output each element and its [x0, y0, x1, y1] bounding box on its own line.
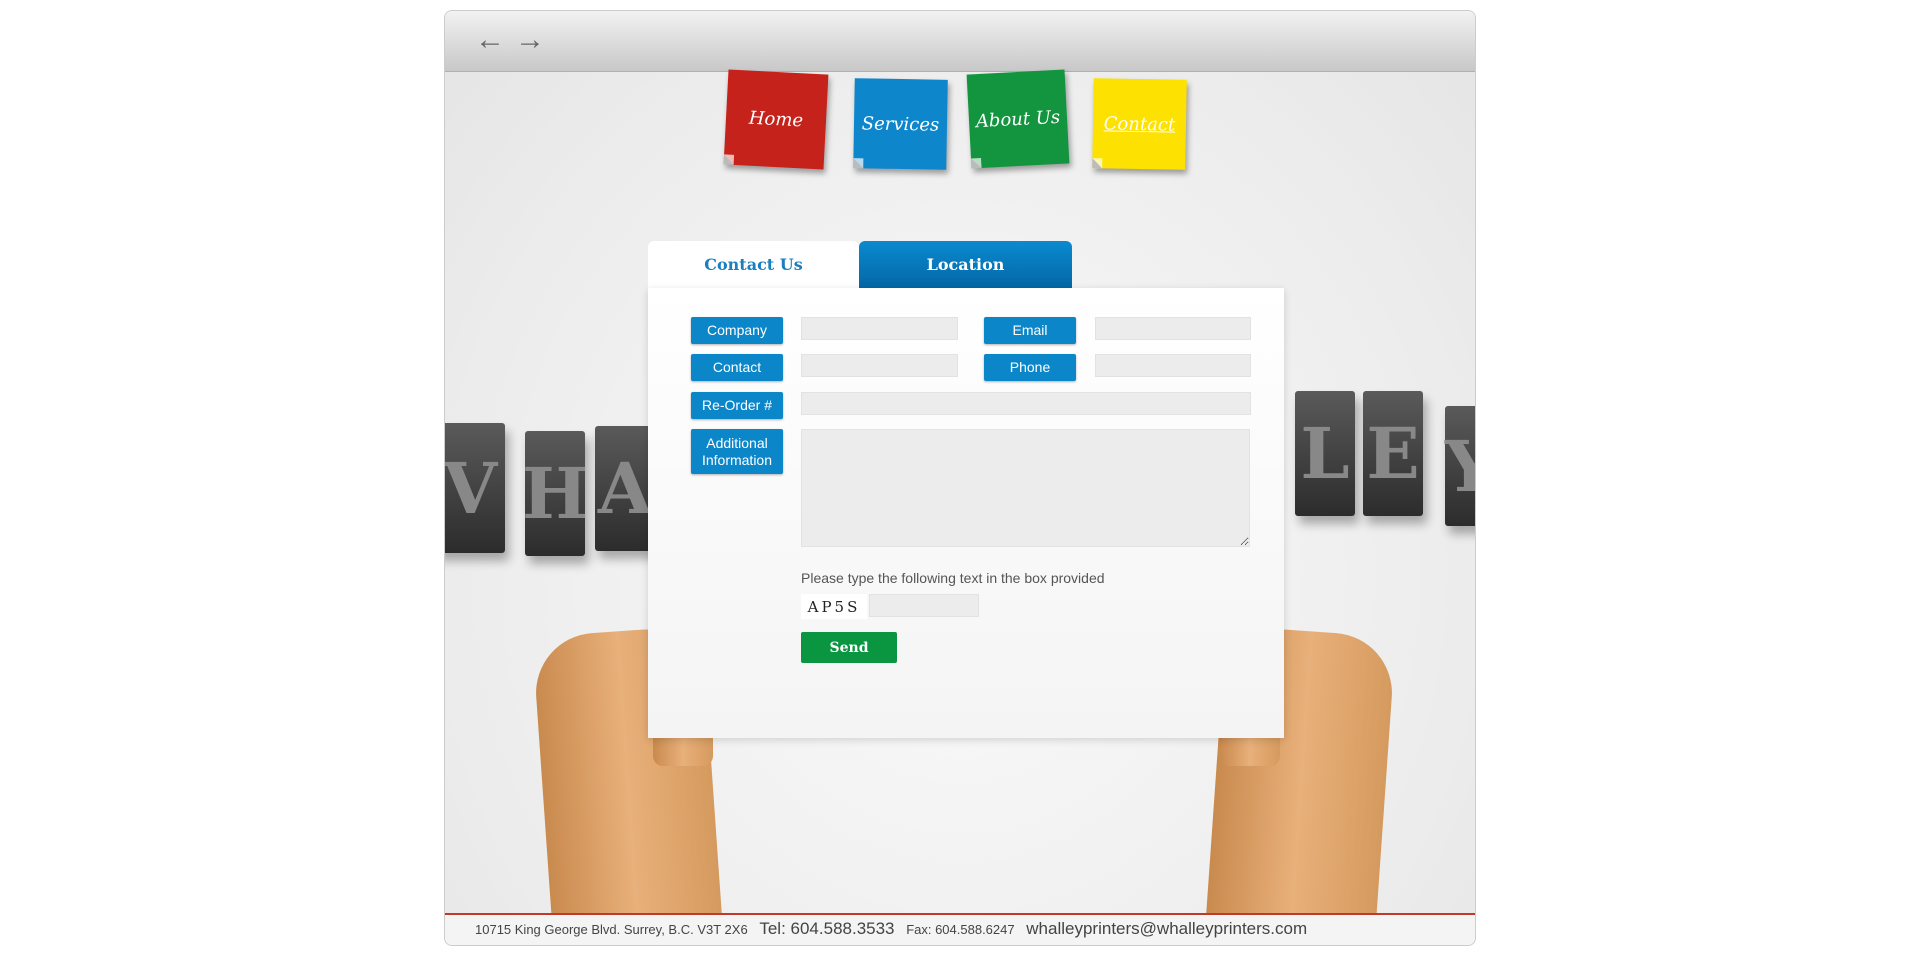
tab-contact-us[interactable]: Contact Us — [648, 241, 859, 288]
company-input[interactable] — [801, 317, 958, 340]
company-label: Company — [691, 317, 783, 344]
tab-location-label: Location — [926, 255, 1005, 274]
nav-services-label: Services — [861, 112, 940, 136]
nav-about-label: About Us — [975, 106, 1061, 132]
letter-block: Y — [1445, 406, 1475, 526]
footer-address: 10715 King George Blvd. Surrey, B.C. V3T… — [475, 922, 748, 937]
letter-block: A — [595, 426, 655, 551]
contact-input[interactable] — [801, 354, 958, 377]
nav-home[interactable]: Home — [723, 69, 829, 170]
contact-form: Company Email Contact Phone Re-Order # A… — [648, 288, 1284, 738]
footer-email-link[interactable]: whalleyprinters@whalleyprinters.com — [1026, 919, 1307, 938]
additional-info-label: Additional Information — [691, 429, 783, 474]
tab-contact-us-label: Contact Us — [704, 255, 803, 274]
captcha-input[interactable] — [869, 594, 979, 617]
back-arrow-icon[interactable]: ← — [475, 25, 505, 55]
reorder-label: Re-Order # — [691, 392, 783, 419]
nav-services[interactable]: Services — [853, 78, 948, 170]
captcha-image: AP5S — [801, 594, 867, 619]
footer: 10715 King George Blvd. Surrey, B.C. V3T… — [475, 919, 1307, 940]
letter-block: V — [445, 423, 505, 553]
contact-label: Contact — [691, 354, 783, 381]
reorder-input[interactable] — [801, 392, 1251, 415]
phone-label: Phone — [984, 354, 1076, 381]
nav-contact-label: Contact — [1103, 112, 1176, 136]
letter-block: H — [522, 431, 588, 556]
nav-contact[interactable]: Contact — [1092, 78, 1187, 170]
email-input[interactable] — [1095, 317, 1251, 340]
forward-arrow-icon[interactable]: → — [515, 25, 545, 55]
footer-divider — [445, 913, 1475, 915]
send-button[interactable]: Send — [801, 632, 897, 663]
nav-home-label: Home — [748, 107, 804, 132]
footer-fax: Fax: 604.588.6247 — [906, 922, 1015, 937]
letter-block: L — [1295, 391, 1355, 516]
phone-input[interactable] — [1095, 354, 1251, 377]
footer-tel: Tel: 604.588.3533 — [759, 919, 895, 938]
browser-window: ← → Home Services About Us Contact V H A… — [444, 10, 1476, 946]
letter-block: E — [1363, 391, 1423, 516]
email-label: Email — [984, 317, 1076, 344]
additional-info-textarea[interactable] — [801, 429, 1250, 547]
tab-location[interactable]: Location — [859, 241, 1072, 288]
browser-toolbar: ← → — [445, 11, 1475, 72]
nav-about-us[interactable]: About Us — [966, 69, 1070, 169]
captcha-prompt: Please type the following text in the bo… — [801, 570, 1105, 586]
